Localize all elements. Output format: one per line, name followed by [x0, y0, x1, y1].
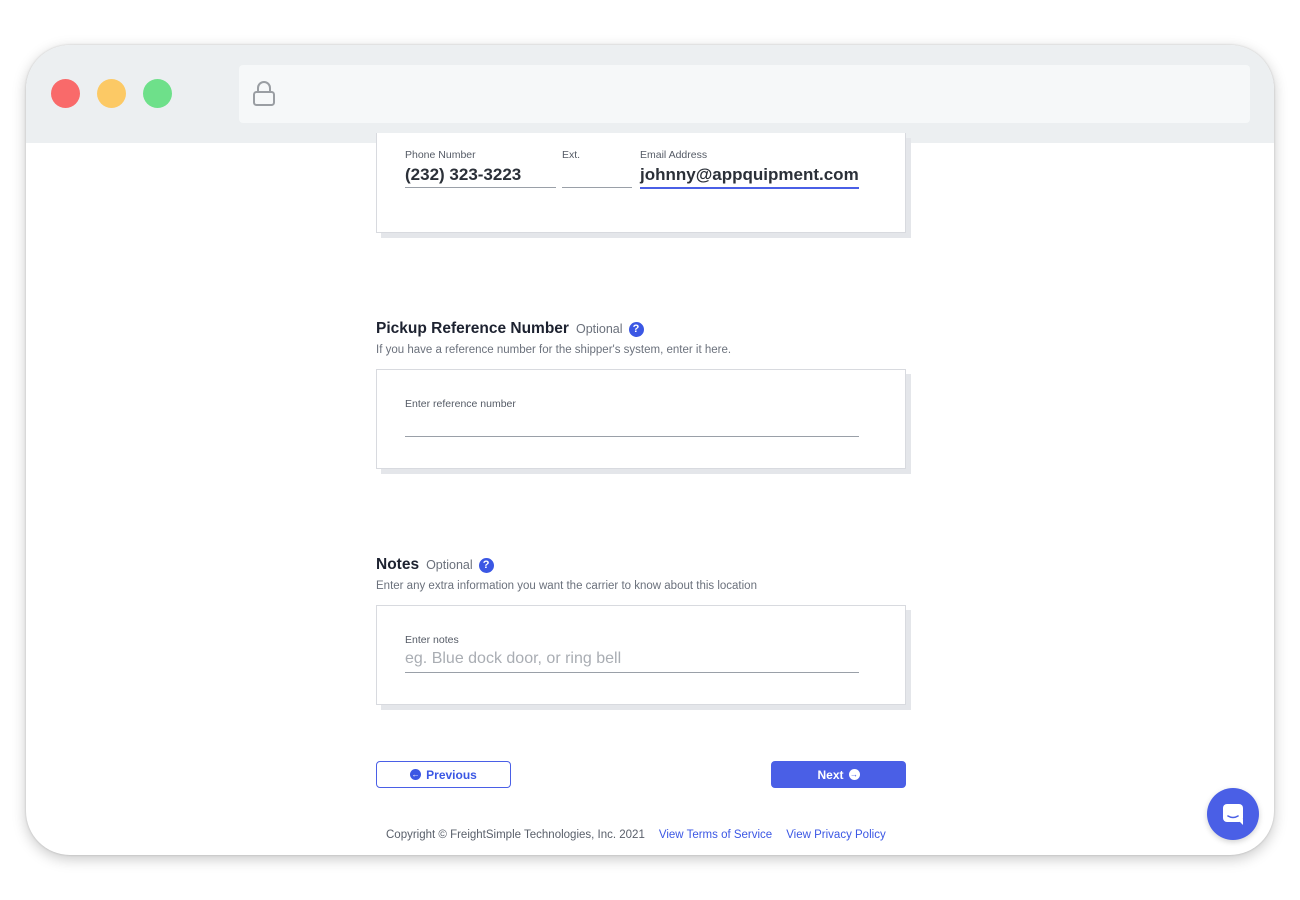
- contact-card: Phone Number (232) 323-3223 Ext. Email A…: [376, 133, 906, 233]
- email-field[interactable]: Email Address johnny@appquipment.com: [640, 149, 859, 189]
- phone-input[interactable]: (232) 323-3223: [405, 165, 556, 187]
- chat-launcher-button[interactable]: [1207, 788, 1259, 840]
- copyright-text: Copyright © FreightSimple Technologies, …: [386, 829, 645, 841]
- address-bar[interactable]: [239, 65, 1250, 123]
- email-underline: [640, 187, 859, 189]
- next-button-label: Next: [817, 767, 844, 782]
- close-window-button[interactable]: [51, 79, 80, 108]
- notes-title: Notes: [376, 556, 420, 573]
- page-content: Phone Number (232) 323-3223 Ext. Email A…: [26, 133, 1274, 855]
- phone-underline: [405, 187, 556, 188]
- reference-description: If you have a reference number for the s…: [376, 344, 732, 356]
- reference-title: Pickup Reference Number: [376, 320, 569, 337]
- ext-underline: [562, 187, 632, 188]
- arrow-right-circle-icon: →: [848, 769, 860, 780]
- notes-field[interactable]: Enter notes eg. Blue dock door, or ring …: [405, 634, 859, 673]
- notes-field-label: Enter notes: [405, 634, 459, 646]
- browser-window: Phone Number (232) 323-3223 Ext. Email A…: [26, 45, 1274, 855]
- lock-icon: [253, 81, 275, 106]
- title-bar: [26, 45, 1274, 143]
- phone-label: Phone Number: [405, 149, 476, 161]
- ext-label: Ext.: [562, 149, 581, 161]
- notes-description: Enter any extra information you want the…: [376, 580, 757, 592]
- terms-of-service-link[interactable]: View Terms of Service: [659, 829, 772, 841]
- phone-field[interactable]: Phone Number (232) 323-3223: [405, 149, 556, 188]
- notes-underline: [405, 672, 859, 673]
- ext-input[interactable]: [562, 165, 632, 187]
- arrow-left-circle-icon: ←: [410, 769, 422, 780]
- reference-input[interactable]: [405, 414, 859, 436]
- notes-card: Enter notes eg. Blue dock door, or ring …: [376, 605, 906, 705]
- email-input[interactable]: johnny@appquipment.com: [640, 165, 859, 187]
- minimize-window-button[interactable]: [97, 79, 126, 108]
- reference-optional-label: Optional: [575, 322, 623, 336]
- reference-field-label: Enter reference number: [405, 398, 516, 410]
- reference-help-icon[interactable]: ?: [628, 321, 644, 337]
- ext-field[interactable]: Ext.: [562, 149, 632, 188]
- previous-button[interactable]: ← Previous: [376, 761, 511, 788]
- email-label: Email Address: [640, 149, 708, 161]
- next-button[interactable]: Next →: [771, 761, 906, 788]
- notes-input[interactable]: eg. Blue dock door, or ring bell: [405, 650, 859, 672]
- chat-icon: [1223, 804, 1243, 825]
- maximize-window-button[interactable]: [143, 79, 172, 108]
- reference-field[interactable]: Enter reference number: [405, 398, 859, 437]
- notes-optional-label: Optional: [426, 558, 473, 572]
- footer: Copyright © FreightSimple Technologies, …: [386, 829, 886, 841]
- notes-section-title: Notes Optional ?: [376, 556, 494, 574]
- previous-button-label: Previous: [426, 767, 477, 782]
- privacy-policy-link[interactable]: View Privacy Policy: [786, 829, 886, 841]
- reference-underline: [405, 436, 859, 437]
- reference-card: Enter reference number: [376, 369, 906, 469]
- notes-help-icon[interactable]: ?: [478, 557, 494, 573]
- reference-section-title: Pickup Reference Number Optional ?: [376, 320, 644, 338]
